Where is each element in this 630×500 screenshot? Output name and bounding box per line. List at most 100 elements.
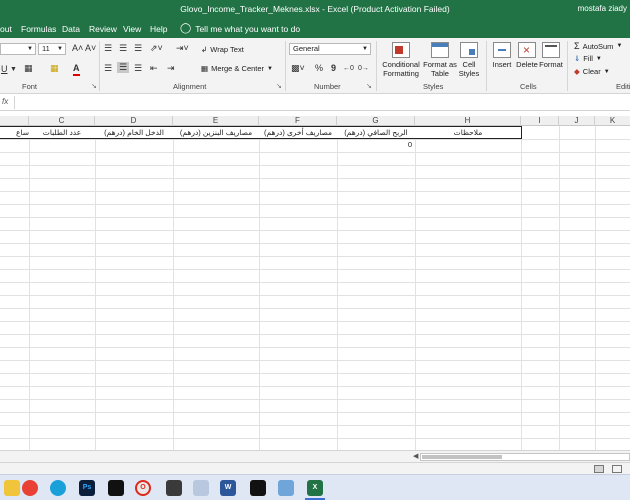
align-right-icon[interactable]: ☰ [134, 63, 142, 74]
tab-formulas[interactable]: Formulas [21, 24, 56, 34]
align-left-icon[interactable]: ☰ [104, 63, 112, 74]
fx-icon[interactable]: fx [2, 97, 8, 106]
grid-row-line [0, 282, 630, 283]
tell-me-text: Tell me what you want to do [195, 23, 301, 34]
word-icon[interactable]: W [220, 480, 236, 496]
font-name-combo[interactable]: ▼ [0, 43, 36, 55]
column-header[interactable] [0, 116, 29, 126]
number-dialog-launcher-icon[interactable]: ↘ [366, 82, 372, 90]
column-header-k[interactable]: K [595, 116, 630, 126]
increase-decimal-icon[interactable]: ←0 [343, 63, 354, 74]
font-size-combo[interactable]: 11 ▼ [38, 43, 66, 55]
font-dialog-launcher-icon[interactable]: ↘ [91, 82, 97, 90]
editing-group-label: Editi [616, 82, 630, 91]
format-cells-icon [542, 42, 560, 58]
page-layout-view-icon[interactable] [612, 465, 622, 473]
column-header-h[interactable]: H [415, 116, 521, 126]
align-top-icon[interactable]: ☰ [104, 43, 112, 54]
percent-style-button[interactable]: % [315, 63, 323, 74]
tell-me-box[interactable]: ◯ Tell me what you want to do [180, 23, 300, 34]
number-group-label: Number [314, 82, 341, 91]
header-cell-orders[interactable]: عدد الطلبات [29, 126, 96, 139]
comma-style-button[interactable]: 9 [331, 63, 336, 74]
format-button[interactable]: Format [539, 42, 563, 69]
column-header-f[interactable]: F [259, 116, 337, 126]
photoshop-icon[interactable]: Ps [79, 480, 95, 496]
edge-icon[interactable] [50, 480, 66, 496]
align-middle-icon[interactable]: ☰ [119, 43, 127, 54]
alignment-dialog-launcher-icon[interactable]: ↘ [276, 82, 282, 90]
merge-icon: ▦ [201, 64, 209, 73]
app2-icon[interactable] [278, 480, 294, 496]
header-cell-gross-income[interactable]: الدخل الخام (درهم) [95, 126, 174, 139]
column-header-e[interactable]: E [173, 116, 259, 126]
grid-row-line [0, 217, 630, 218]
tab-data[interactable]: Data [62, 24, 80, 34]
decrease-indent-icon[interactable]: ⇤ [150, 63, 158, 74]
merge-center-button[interactable]: ▦ Merge & Center ▼ [201, 64, 273, 73]
header-cell-net-profit[interactable]: الربح الصافي (درهم) [337, 126, 416, 139]
formula-input[interactable] [14, 96, 630, 109]
capcut-icon[interactable] [108, 480, 124, 496]
tab-layout[interactable]: out [0, 24, 12, 34]
chevron-down-icon: ▼ [267, 65, 273, 72]
cell-styles-button[interactable]: Cell Styles [456, 42, 482, 78]
grid-row-line [0, 243, 630, 244]
autosum-button[interactable]: Σ AutoSum ▼ [574, 41, 622, 51]
header-cell-other-expenses[interactable]: مصاريف أخرى (درهم) [259, 126, 338, 139]
user-name[interactable]: mostafa ziady [578, 4, 627, 13]
file-explorer-icon[interactable] [4, 480, 20, 496]
chevron-down-icon[interactable]: ▼ [10, 64, 17, 75]
format-as-table-button[interactable]: Format as Table [422, 42, 458, 78]
excel-icon[interactable]: X [307, 480, 323, 496]
column-header-c[interactable]: C [29, 116, 95, 126]
header-cell-hours[interactable]: ساع [0, 126, 30, 139]
column-header-j[interactable]: J [559, 116, 595, 126]
borders-icon[interactable]: ▦ [24, 63, 33, 74]
number-format-combo[interactable]: General ▼ [289, 43, 371, 55]
audio-icon[interactable] [166, 480, 182, 496]
column-header-g[interactable]: G [337, 116, 415, 126]
cell-g2[interactable]: 0 [400, 140, 412, 149]
grid-row-line [0, 399, 630, 400]
tab-help[interactable]: Help [150, 24, 167, 34]
decrease-font-icon[interactable]: A˅ [85, 43, 96, 54]
fill-color-icon[interactable]: ▦ [50, 63, 59, 74]
scrollbar-thumb[interactable] [422, 455, 502, 459]
font-color-icon[interactable]: A [73, 63, 80, 76]
image-icon[interactable] [193, 480, 209, 496]
underline-icon[interactable]: U [1, 64, 8, 75]
align-center-icon[interactable]: ☰ [117, 62, 130, 73]
header-cell-notes[interactable]: ملاحظات [415, 126, 522, 139]
increase-indent-icon[interactable]: ⇥ [167, 63, 175, 74]
tab-review[interactable]: Review [89, 24, 117, 34]
conditional-formatting-button[interactable]: Conditional Formatting [380, 42, 422, 78]
tab-view[interactable]: View [123, 24, 141, 34]
column-header-i[interactable]: I [521, 116, 559, 126]
grid-row-line [0, 204, 630, 205]
scroll-left-icon[interactable]: ◀ [413, 452, 418, 460]
accounting-format-icon[interactable]: ▩˅ [291, 63, 305, 74]
grid-row-line [0, 373, 630, 374]
horizontal-scrollbar[interactable] [420, 453, 630, 461]
fill-button[interactable]: ⇓ Fill ▼ [574, 54, 602, 63]
header-cell-fuel-expenses[interactable]: مصاريف البنزين (درهم) [173, 126, 260, 139]
rtl-direction-icon[interactable]: ⇥˅ [176, 43, 189, 54]
wrap-text-button[interactable]: ↲ Wrap Text [201, 45, 244, 54]
clear-button[interactable]: ◆ Clear ▼ [574, 67, 610, 76]
delete-button[interactable]: × Delete [515, 42, 539, 69]
font-group-label: Font [22, 82, 38, 91]
column-header-d[interactable]: D [95, 116, 173, 126]
insert-button[interactable]: Insert [490, 42, 514, 69]
formula-bar: fx [0, 94, 630, 111]
grid-row-line [0, 321, 630, 322]
decrease-decimal-icon[interactable]: 0→ [358, 63, 369, 74]
worksheet-grid[interactable]: C D E F G H I J K ساع عدد الطلبات الدخل … [0, 116, 630, 450]
orientation-icon[interactable]: ⇗˅ [150, 43, 163, 54]
normal-view-icon[interactable] [594, 465, 604, 473]
increase-font-icon[interactable]: A˄ [72, 43, 83, 54]
opera-icon[interactable]: O [135, 480, 151, 496]
capcut2-icon[interactable] [250, 480, 266, 496]
align-bottom-icon[interactable]: ☰ [134, 43, 142, 54]
chrome-icon[interactable] [22, 480, 38, 496]
